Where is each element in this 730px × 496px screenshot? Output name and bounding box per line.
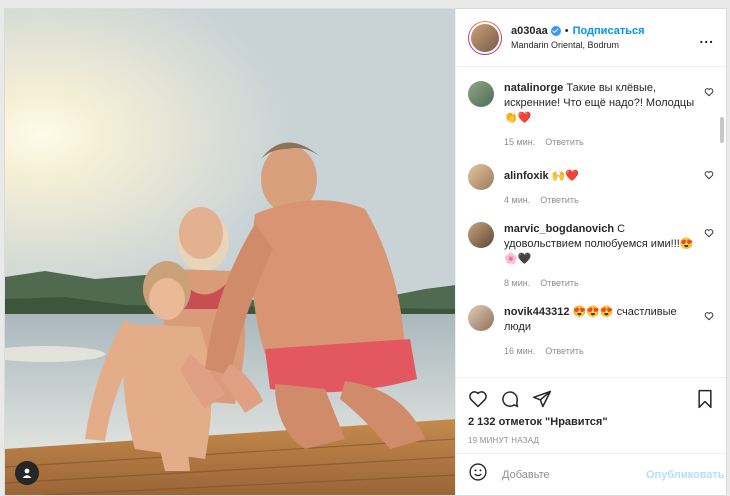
- post-sidebar: a030aa • Подписаться Mandarin Oriental, …: [455, 9, 726, 495]
- emoji-icon[interactable]: [468, 462, 488, 487]
- comment-time: 15 мин.: [504, 137, 536, 147]
- commenter-avatar[interactable]: [468, 305, 494, 331]
- reply-button[interactable]: Ответить: [545, 137, 583, 147]
- follow-button[interactable]: Подписаться: [573, 25, 645, 37]
- comment-username[interactable]: alinfoxik: [504, 170, 549, 182]
- separator-dot: •: [564, 25, 569, 37]
- verified-badge-icon: [550, 26, 561, 36]
- comment-like-icon[interactable]: [696, 164, 714, 208]
- reply-button[interactable]: Ответить: [540, 278, 578, 288]
- more-options-icon[interactable]: ...: [699, 30, 714, 46]
- like-heart-icon[interactable]: [468, 389, 488, 409]
- commenter-avatar[interactable]: [468, 81, 494, 107]
- post-actions-section: 2 132 отметок "Нравится" 19 МИНУТ НАЗАД: [456, 377, 726, 453]
- comment-item: alinfoxik 🙌❤️ 4 мин. Ответить: [468, 164, 714, 208]
- bookmark-icon[interactable]: [696, 389, 714, 409]
- tagged-user-icon[interactable]: [15, 461, 39, 485]
- comment-like-icon[interactable]: [696, 305, 714, 359]
- author-avatar[interactable]: [468, 20, 502, 55]
- comment-item: natalinorge Такие вы клёвые, искренние! …: [468, 81, 714, 150]
- post-photo[interactable]: [5, 9, 455, 495]
- commenter-avatar[interactable]: [468, 164, 494, 190]
- comments-scrollbar[interactable]: [720, 117, 724, 143]
- comment-like-icon[interactable]: [696, 222, 714, 291]
- reply-button[interactable]: Ответить: [545, 346, 583, 356]
- comment-text: 🙌❤️: [551, 170, 580, 182]
- comment-bubble-icon[interactable]: [500, 389, 520, 409]
- beach-photo: [5, 9, 455, 495]
- comment-item: marvic_bogdanovich С удовольствием полюб…: [468, 222, 714, 291]
- commenter-avatar[interactable]: [468, 222, 494, 248]
- action-bar: [468, 384, 714, 414]
- location-link[interactable]: Mandarin Oriental, Bodrum: [511, 40, 699, 50]
- post-timestamp: 19 МИНУТ НАЗАД: [468, 436, 540, 445]
- comment-username[interactable]: natalinorge: [504, 82, 563, 94]
- author-username[interactable]: a030aa: [511, 25, 548, 37]
- publish-button[interactable]: Опубликовать: [646, 469, 725, 481]
- post-card: a030aa • Подписаться Mandarin Oriental, …: [4, 8, 727, 496]
- comment-time: 4 мин.: [504, 195, 531, 205]
- comments-list: natalinorge Такие вы клёвые, искренние! …: [456, 67, 726, 377]
- comment-time: 16 мин.: [504, 346, 536, 356]
- comment-item: novik443312 😍😍😍 счастливые люди 16 мин. О…: [468, 305, 714, 359]
- post-header: a030aa • Подписаться Mandarin Oriental, …: [456, 9, 726, 67]
- comment-time: 8 мин.: [504, 278, 531, 288]
- comment-username[interactable]: novik443312: [504, 306, 569, 318]
- comment-composer: Опубликовать: [456, 453, 726, 495]
- comment-input[interactable]: [500, 467, 646, 482]
- comment-username[interactable]: marvic_bogdanovich: [504, 223, 614, 235]
- reply-button[interactable]: Ответить: [540, 195, 578, 205]
- comment-like-icon[interactable]: [696, 81, 714, 150]
- likes-count[interactable]: 2 132 отметок "Нравится": [468, 416, 714, 428]
- share-direct-icon[interactable]: [532, 389, 552, 409]
